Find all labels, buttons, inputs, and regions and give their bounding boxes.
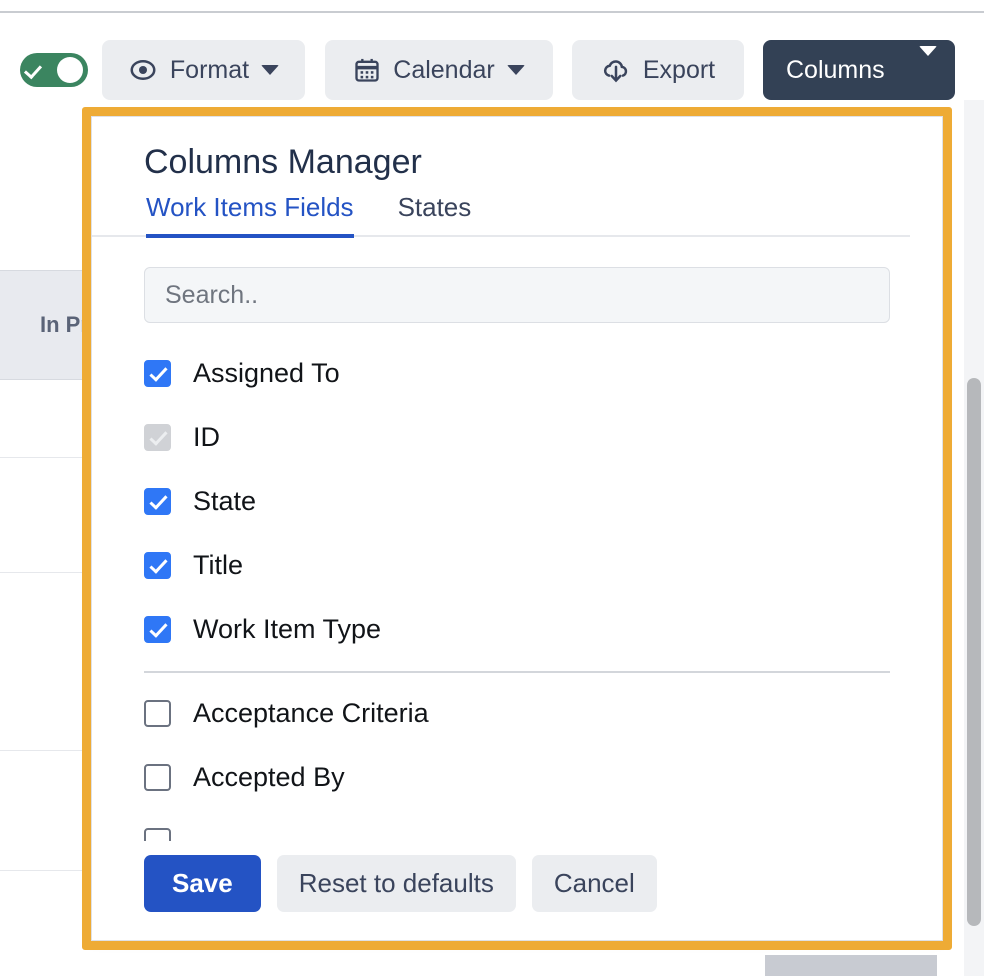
search-container (92, 237, 942, 323)
field-row-title[interactable]: Title (144, 533, 890, 597)
page-scrollbar-track[interactable] (964, 100, 984, 976)
checkbox-state[interactable] (144, 488, 171, 515)
format-button-label: Format (170, 56, 249, 85)
field-label: Assigned To (193, 358, 340, 389)
top-divider (0, 11, 984, 13)
field-label: Title (193, 550, 243, 581)
dialog-footer: Save Reset to defaults Cancel (92, 841, 942, 940)
eye-icon (128, 55, 158, 85)
columns-manager-dialog: Columns Manager Work Items Fields States… (91, 116, 943, 941)
checkbox-accepted-by[interactable] (144, 764, 171, 791)
field-row-state[interactable]: State (144, 469, 890, 533)
tab-work-items-fields[interactable]: Work Items Fields (146, 192, 354, 238)
field-row-id: ID (144, 405, 890, 469)
field-row-accepted-by[interactable]: Accepted By (144, 745, 890, 809)
check-icon (25, 61, 43, 79)
columns-button[interactable]: Columns (763, 40, 955, 100)
field-row-work-item-type[interactable]: Work Item Type (144, 597, 890, 661)
chevron-down-icon (507, 65, 525, 75)
export-button-label: Export (643, 56, 715, 85)
page-title: Columns Manager (92, 117, 942, 186)
format-button[interactable]: Format (102, 40, 305, 100)
cancel-button[interactable]: Cancel (532, 855, 657, 912)
dialog-tabs: Work Items Fields States (92, 186, 910, 237)
checkbox-assigned-to[interactable] (144, 360, 171, 387)
field-label: State (193, 486, 256, 517)
calendar-button[interactable]: Calendar (325, 40, 553, 100)
toggle-knob (57, 57, 83, 83)
calendar-icon (353, 55, 381, 85)
page-scrollbar-thumb[interactable] (967, 378, 981, 926)
checkbox-id (144, 424, 171, 451)
fields-scroll-area[interactable]: Assigned To ID State Title Work Item Typ… (92, 323, 942, 841)
tab-states[interactable]: States (398, 192, 472, 238)
cloud-download-icon (601, 55, 631, 85)
chevron-down-icon (919, 56, 937, 85)
field-group-divider (144, 671, 890, 673)
field-label: Accepted By (193, 762, 345, 793)
checkbox-acceptance-criteria[interactable] (144, 700, 171, 727)
reset-to-defaults-button[interactable]: Reset to defaults (277, 855, 516, 912)
background-panel (765, 955, 937, 976)
field-label: Acceptance Criteria (193, 698, 429, 729)
field-label: ID (193, 422, 220, 453)
chevron-down-icon (261, 65, 279, 75)
visibility-toggle[interactable] (20, 53, 88, 87)
field-row-assigned-to[interactable]: Assigned To (144, 341, 890, 405)
checkbox-title[interactable] (144, 552, 171, 579)
export-button[interactable]: Export (572, 40, 744, 100)
app-root: Format Calendar (0, 0, 984, 976)
field-label: Work Item Type (193, 614, 381, 645)
calendar-button-label: Calendar (393, 56, 494, 85)
checkbox-partial[interactable] (144, 828, 171, 842)
save-button[interactable]: Save (144, 855, 261, 912)
field-row-acceptance-criteria[interactable]: Acceptance Criteria (144, 681, 890, 745)
search-input[interactable] (144, 267, 890, 323)
columns-button-label: Columns (786, 56, 885, 85)
field-row-partial[interactable] (144, 809, 890, 841)
checkbox-work-item-type[interactable] (144, 616, 171, 643)
